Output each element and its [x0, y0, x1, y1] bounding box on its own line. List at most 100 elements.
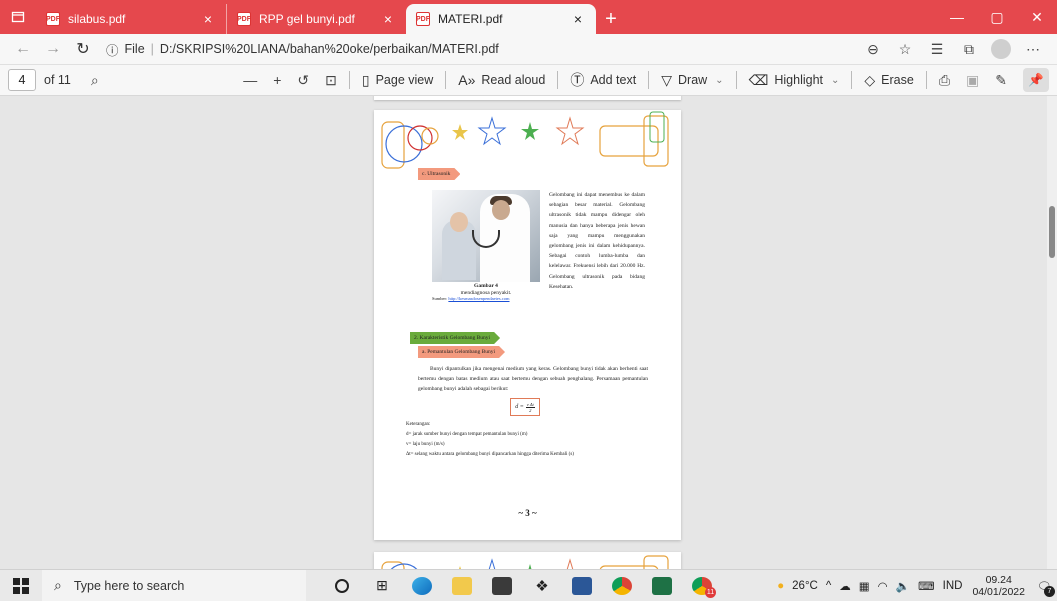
weather-temp[interactable]: 26°C — [792, 580, 818, 592]
print-icon[interactable]: ⎙ — [939, 72, 950, 89]
pin-icon: 📌 — [1028, 72, 1044, 87]
figure-source: Sumber: http://kesmasdosenpendaetes.com — [432, 296, 540, 301]
weather-icon[interactable]: ● — [777, 580, 784, 592]
page-number-input[interactable]: 4 — [8, 69, 36, 91]
tab-bar: PDF silabus.pdf × PDF RPP gel bunyi.pdf … — [0, 0, 1057, 34]
chevron-down-icon[interactable]: ⌄ — [715, 75, 723, 86]
save-icon[interactable]: ▣ — [966, 72, 979, 89]
notifications-button[interactable]: 🗨 7 — [1031, 570, 1057, 601]
dropbox-icon[interactable]: ❖ — [522, 570, 562, 601]
erase-label: Erase — [881, 73, 914, 87]
clock-time: 09.24 — [985, 574, 1012, 586]
notification-badge: 11 — [705, 586, 716, 598]
url-text[interactable]: D:/SKRIPSI%20LIANA/bahan%20oke/perbaikan… — [160, 42, 499, 56]
rotate-icon[interactable]: ↺ — [297, 72, 309, 89]
word-icon[interactable] — [562, 570, 602, 601]
figure-title: Gambar 4 — [474, 283, 498, 289]
tab-materi[interactable]: PDF MATERI.pdf × — [406, 4, 596, 34]
chevron-up-icon[interactable]: ^ — [826, 580, 831, 592]
search-icon[interactable]: ⌕ — [91, 72, 99, 89]
url-field[interactable]: ⓘ File | D:/SKRIPSI%20LIANA/bahan%20oke/… — [98, 36, 857, 62]
erase-button[interactable]: ◇ Erase — [864, 72, 913, 89]
info-icon[interactable]: ⓘ — [106, 40, 119, 59]
taskbar-search[interactable]: ⌕ Type here to search — [42, 569, 306, 601]
tab-label: silabus.pdf — [68, 12, 126, 26]
eraser-icon: ◇ — [864, 71, 876, 88]
minimize-button[interactable]: — — [937, 0, 977, 34]
chrome-profile-icon[interactable]: 11 — [682, 570, 722, 601]
language-indicator[interactable]: IND — [943, 580, 963, 592]
pinned-apps: ⊞ ❖ 11 — [322, 570, 722, 601]
pin-toolbar-button[interactable]: 📌 — [1023, 68, 1049, 92]
wifi-icon[interactable]: ◠ — [878, 579, 888, 593]
page-view-label: Page view — [375, 73, 434, 87]
file-explorer-icon[interactable] — [442, 570, 482, 601]
network-icon[interactable]: ▦ — [859, 579, 870, 593]
pemantulan-paragraph: Bunyi dipantulkan jika mengenai medium y… — [418, 366, 648, 392]
formula-lhs: d = — [515, 404, 524, 410]
zoom-out-icon[interactable]: — — [243, 72, 257, 88]
excel-icon[interactable] — [642, 570, 682, 601]
notes-title: Keterangan: — [406, 422, 431, 427]
edge-icon[interactable] — [402, 570, 442, 601]
collections-icon[interactable]: ⧉ — [953, 41, 985, 58]
url-separator: | — [150, 42, 154, 56]
add-favorite-icon[interactable]: ☆ — [889, 41, 921, 58]
reflection-formula: d = v Δt 2 — [510, 398, 540, 416]
zoom-icon[interactable]: ⊖ — [857, 41, 889, 58]
page-view-button[interactable]: ▯ Page view — [362, 72, 433, 89]
start-button[interactable] — [0, 570, 42, 601]
new-tab-button[interactable]: + — [596, 4, 626, 34]
keyboard-icon[interactable]: ⌨ — [918, 579, 935, 593]
clock-date: 04/01/2022 — [972, 586, 1025, 598]
pdf-icon: PDF — [46, 12, 60, 26]
draw-button[interactable]: ▽ Draw ⌄ — [661, 72, 723, 89]
search-icon: ⌕ — [54, 577, 62, 593]
system-tray: ● 26°C ^ ☁ ▦ ◠ 🔈 ⌨ IND 09.24 04/01/2022 … — [773, 570, 1057, 601]
volume-icon[interactable]: 🔈 — [896, 579, 910, 593]
pdf-icon: PDF — [237, 12, 251, 26]
read-aloud-label: Read aloud — [481, 73, 546, 87]
tab-silabus[interactable]: PDF silabus.pdf × — [36, 4, 226, 34]
pdf-icon: PDF — [416, 12, 430, 26]
pdf-viewer[interactable]: c. Ultrasonik Gambar 4 mendiagnosa penya… — [0, 96, 1057, 569]
tab-close-icon[interactable]: × — [570, 11, 586, 27]
figure-source-label: Sumber: — [432, 296, 448, 301]
add-text-button[interactable]: Ⓣ Add text — [570, 70, 636, 90]
forward-icon[interactable]: → — [38, 40, 68, 58]
chevron-down-icon[interactable]: ⌄ — [831, 75, 839, 86]
more-icon[interactable]: ⋯ — [1017, 41, 1049, 58]
save-as-icon[interactable]: ✎ — [995, 72, 1007, 89]
clock[interactable]: 09.24 04/01/2022 — [972, 574, 1025, 598]
tab-close-icon[interactable]: × — [200, 11, 216, 27]
read-aloud-button[interactable]: A» Read aloud — [458, 72, 545, 88]
highlight-button[interactable]: ⌫ Highlight ⌄ — [749, 72, 840, 89]
ultrasonik-text: Gelombang ini dapat menembus ke dalam se… — [549, 192, 645, 290]
tab-close-icon[interactable]: × — [380, 11, 396, 27]
tab-label: MATERI.pdf — [438, 12, 503, 26]
task-view-icon[interactable]: ⊞ — [362, 570, 402, 601]
profile-avatar[interactable] — [991, 39, 1011, 59]
figure-source-link[interactable]: http://kesmasdosenpendaetes.com — [448, 296, 509, 301]
fit-page-icon[interactable]: ⊡ — [325, 72, 337, 89]
window-controls: — ▢ ✕ — [937, 0, 1057, 34]
mail-icon[interactable] — [482, 570, 522, 601]
close-window-button[interactable]: ✕ — [1017, 0, 1057, 34]
restore-button[interactable]: ▢ — [977, 0, 1017, 34]
tab-rpp[interactable]: PDF RPP gel bunyi.pdf × — [226, 4, 406, 34]
scrollbar-thumb[interactable] — [1049, 206, 1055, 258]
refresh-icon[interactable]: ↻ — [68, 39, 98, 59]
favorites-icon[interactable]: ☰ — [921, 41, 953, 58]
pdf-toolbar: 4 of 11 ⌕ — + ↺ ⊡ ▯ Page view A» Read alou… — [0, 64, 1057, 96]
windows-icon — [13, 577, 29, 594]
vertical-scrollbar[interactable] — [1047, 96, 1057, 569]
pdf-page: c. Ultrasonik Gambar 4 mendiagnosa penya… — [374, 110, 681, 540]
back-icon[interactable]: ← — [8, 40, 38, 58]
chrome-icon[interactable] — [602, 570, 642, 601]
tab-actions-icon[interactable] — [0, 0, 36, 34]
address-actions: ⊖ ☆ ☰ ⧉ ⋯ — [857, 39, 1049, 59]
zoom-in-icon[interactable]: + — [273, 72, 281, 88]
note-v: v= laju bunyi (m/s) — [406, 442, 445, 447]
onedrive-icon[interactable]: ☁ — [839, 579, 851, 593]
cortana-icon[interactable] — [322, 570, 362, 601]
